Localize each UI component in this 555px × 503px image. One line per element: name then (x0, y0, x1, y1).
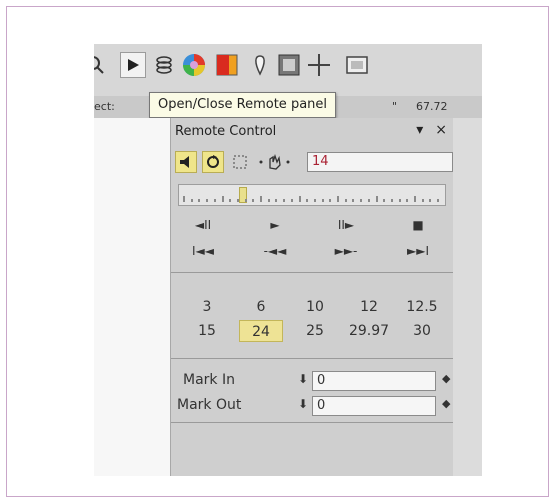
step-back-button[interactable]: ◄II (186, 218, 220, 232)
panel-header-controls: ▾ × (416, 122, 447, 138)
mark-out-row: Mark Out ⬇ 0 ◆ (171, 395, 453, 417)
status-mid-text: " (392, 100, 398, 113)
panel-menu-icon[interactable]: ▾ (416, 122, 423, 138)
screen-icon[interactable] (276, 52, 302, 78)
timeline-tick (252, 199, 255, 202)
timeline-tick (398, 199, 401, 202)
timeline-tick (260, 196, 262, 202)
timeline-tick (229, 199, 232, 202)
set-mark-out-button[interactable]: ⬇ (298, 397, 308, 411)
transport-row-1: ◄II ► II► ■ (171, 216, 453, 236)
timeline-tick (414, 196, 416, 202)
mark-out-spinner-icon[interactable]: ◆ (442, 397, 450, 410)
fps-option[interactable]: 10 (293, 296, 337, 318)
fps-option[interactable]: 30 (400, 320, 444, 342)
mark-out-input[interactable]: 0 (312, 396, 436, 416)
layers-icon[interactable] (151, 52, 177, 78)
mark-in-input[interactable]: 0 (312, 371, 436, 391)
magnify-icon[interactable] (94, 52, 108, 78)
marker-icon[interactable] (247, 52, 273, 78)
viewport-area (94, 118, 170, 476)
section-divider (171, 358, 453, 359)
timeline-tick (352, 199, 355, 202)
timeline-tick (206, 199, 209, 202)
fps-option[interactable]: 12.5 (400, 296, 444, 318)
set-mark-in-button[interactable]: ⬇ (298, 372, 308, 386)
fps-option[interactable]: 3 (185, 296, 229, 318)
timeline-tick (367, 199, 370, 202)
fps-option[interactable]: 24 (239, 320, 283, 342)
panel-tool-row (175, 150, 294, 174)
remote-panel-toggle-button[interactable] (120, 52, 146, 78)
timeline-tick (213, 199, 216, 202)
fps-option[interactable]: 12 (347, 296, 391, 318)
timeline-tick (344, 199, 347, 202)
fast-forward-button[interactable]: ►►- (329, 244, 363, 258)
timeline-tick (221, 196, 224, 202)
timeline-tick (267, 199, 270, 202)
timeline-tick (198, 199, 201, 202)
timeline-tick (329, 199, 332, 202)
film-icon[interactable] (344, 52, 370, 78)
mark-in-label: Mark In (183, 372, 235, 388)
fps-option[interactable]: 25 (293, 320, 337, 342)
section-divider (171, 422, 453, 423)
go-to-end-button[interactable]: ►►I (401, 244, 435, 258)
timeline-tick (306, 199, 309, 202)
toolbar (94, 44, 482, 96)
timeline-tick (236, 199, 239, 202)
timeline-tick (383, 199, 386, 202)
timeline-tick (437, 199, 440, 202)
play-button[interactable]: ► (258, 218, 292, 232)
go-to-start-button[interactable]: I◄◄ (186, 244, 220, 258)
frame-region-icon[interactable] (229, 151, 251, 173)
transport-row-2: I◄◄ -◄◄ ►►- ►►I (171, 242, 453, 262)
remote-control-panel: Remote Control ▾ × 14 ◄II ► II► ■ I◄◄ -◄… (170, 118, 453, 476)
timeline-tick (337, 196, 339, 202)
timeline-tick (283, 199, 286, 202)
timeline-tick (390, 199, 393, 202)
mark-out-label: Mark Out (177, 397, 242, 413)
status-zoom-text: 67.72 (416, 100, 448, 113)
timeline-tick (360, 199, 363, 202)
mark-in-row: Mark In ⬇ 0 ◆ (171, 370, 453, 392)
tooltip: Open/Close Remote panel (149, 92, 337, 118)
timeline-tick (275, 199, 278, 202)
timeline-tick (375, 196, 378, 202)
audio-toggle-icon[interactable] (175, 151, 197, 173)
fps-option[interactable]: 29.97 (347, 320, 391, 342)
crosshair-icon[interactable] (306, 52, 332, 78)
timeline-tick (421, 199, 424, 202)
current-frame-input[interactable]: 14 (307, 152, 453, 172)
timeline-tick (406, 199, 409, 202)
fps-option[interactable]: 15 (185, 320, 229, 342)
section-divider (171, 272, 453, 273)
loop-toggle-icon[interactable] (202, 151, 224, 173)
close-icon[interactable]: × (435, 122, 447, 138)
panel-title: Remote Control (175, 124, 277, 139)
timeline-slider[interactable] (178, 184, 446, 206)
timeline-tick (190, 199, 193, 202)
timeline-tick (313, 199, 316, 202)
rewind-button[interactable]: -◄◄ (258, 244, 292, 258)
status-left-text: ect: (94, 100, 115, 113)
timeline-tick (290, 199, 293, 202)
timeline-tick (183, 196, 185, 202)
fps-option[interactable]: 6 (239, 296, 283, 318)
figure-frame: ect: " 67.72 Open/Close Remote panel Rem… (6, 6, 549, 497)
hand-shuttle-icon[interactable] (256, 151, 294, 173)
mark-in-spinner-icon[interactable]: ◆ (442, 372, 450, 385)
timeline-tick (429, 199, 432, 202)
app-screenshot: ect: " 67.72 Open/Close Remote panel Rem… (94, 44, 482, 476)
color-swatch-icon[interactable] (214, 52, 240, 78)
timeline-tick (244, 199, 247, 202)
step-forward-button[interactable]: II► (329, 218, 363, 232)
color-wheel-icon[interactable] (181, 52, 207, 78)
timeline-tick (321, 199, 324, 202)
timeline-tick (298, 196, 301, 202)
stop-button[interactable]: ■ (401, 218, 435, 232)
